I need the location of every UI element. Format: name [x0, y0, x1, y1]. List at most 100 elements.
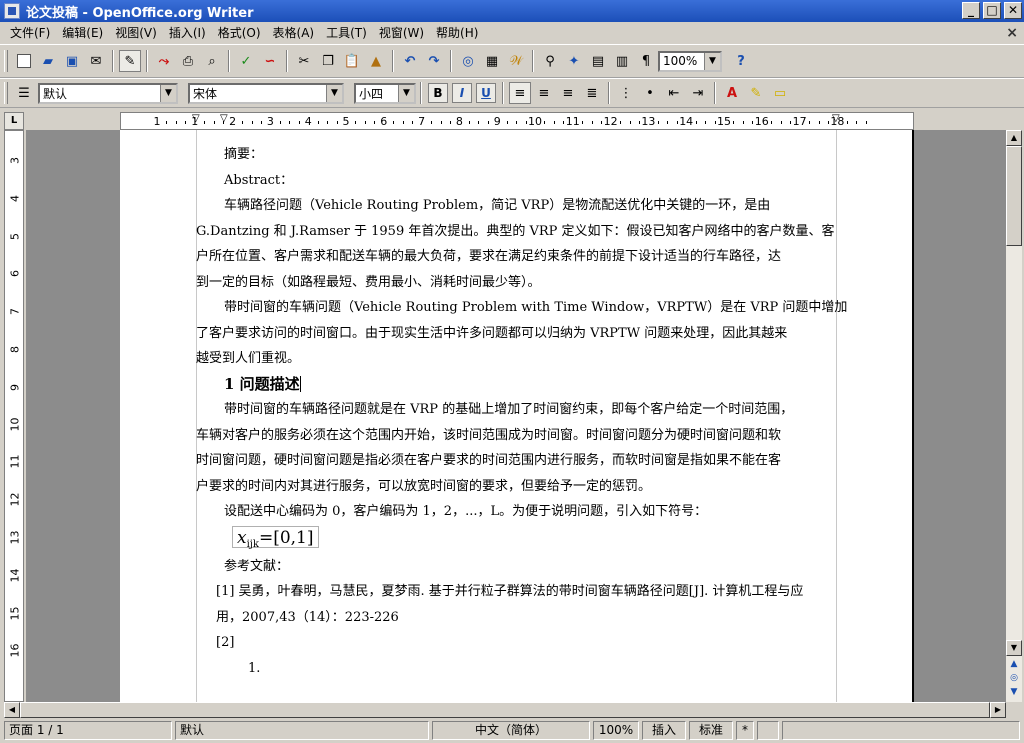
- document-page[interactable]: 摘要： Abstract： 车辆路径问题（Vehicle Routing Pro…: [120, 130, 914, 702]
- paragraph-line[interactable]: 户要求的时间内对其进行服务，可以放宽时间窗的要求，但要给予一定的惩罚。: [196, 474, 838, 500]
- numbering-icon[interactable]: ⋮: [615, 82, 637, 104]
- help-icon[interactable]: ?: [730, 50, 752, 72]
- print-preview-icon[interactable]: ⌕: [201, 50, 223, 72]
- horizontal-ruler[interactable]: 1 1 2 3 4 5 6 7 8 9 10 11 12 13 14 15 16 17 18 ▽ ▽ ▽: [120, 112, 914, 130]
- toolbar-grip[interactable]: [4, 50, 8, 72]
- vertical-ruler[interactable]: 3 4 5 6 7 8 9 10 11 12 13 14 15 16: [4, 130, 24, 702]
- decrease-indent-icon[interactable]: ⇤: [663, 82, 685, 104]
- scroll-up-icon[interactable]: ▲: [1006, 130, 1022, 146]
- redo-icon[interactable]: ↷: [423, 50, 445, 72]
- selection-mode-indicator[interactable]: 标准: [689, 721, 733, 740]
- writer-app-icon[interactable]: [4, 3, 20, 19]
- styles-formatting-icon[interactable]: ☰: [13, 82, 35, 104]
- paragraph-style-combo[interactable]: 默认 ▼: [38, 82, 178, 104]
- minimize-button[interactable]: _: [962, 2, 980, 19]
- previous-page-icon[interactable]: ▲: [1008, 658, 1020, 670]
- font-name-combo[interactable]: 宋体 ▼: [188, 82, 344, 104]
- data-sources-icon[interactable]: ▥: [611, 50, 633, 72]
- cut-icon[interactable]: ✂: [293, 50, 315, 72]
- undo-icon[interactable]: ↶: [399, 50, 421, 72]
- font-color-icon[interactable]: A: [721, 82, 743, 104]
- auto-spellcheck-icon[interactable]: ∽: [259, 50, 281, 72]
- toolbar-grip[interactable]: [4, 82, 8, 104]
- language-indicator[interactable]: 中文（简体）: [432, 721, 590, 740]
- justify-icon[interactable]: ≣: [581, 82, 603, 104]
- formatting-marks-icon[interactable]: ¶: [635, 50, 657, 72]
- vertical-scrollbar[interactable]: ▲ ▼ ▲ ◎ ▼: [1006, 130, 1022, 702]
- paragraph-line[interactable]: 到一定的目标（如路程最短、费用最小、消耗时间最少等）。: [196, 270, 838, 296]
- bold-button[interactable]: B: [428, 83, 448, 103]
- digital-signature-indicator[interactable]: [757, 721, 779, 740]
- paragraph-line[interactable]: 设配送中心编码为 0，客户编码为 1，2，...，L。为便于说明问题，引入如下符…: [196, 499, 838, 525]
- navigator-icon[interactable]: ✦: [563, 50, 585, 72]
- print-icon[interactable]: ⎙: [177, 50, 199, 72]
- horizontal-scrollbar[interactable]: ◀ ▶: [4, 702, 1006, 718]
- menu-file[interactable]: 文件(F): [4, 22, 56, 44]
- align-right-icon[interactable]: ≡: [557, 82, 579, 104]
- zoom-combo[interactable]: 100% ▼: [658, 50, 722, 72]
- horizontal-scroll-thumb[interactable]: [20, 702, 990, 718]
- spellcheck-icon[interactable]: ✓: [235, 50, 257, 72]
- increase-indent-icon[interactable]: ⇥: [687, 82, 709, 104]
- scroll-down-icon[interactable]: ▼: [1006, 640, 1022, 656]
- references-title[interactable]: 参考文献：: [196, 554, 838, 580]
- font-size-combo[interactable]: 小四 ▼: [354, 82, 416, 104]
- hyperlink-icon[interactable]: ◎: [457, 50, 479, 72]
- indent-marker-icon[interactable]: ▽: [832, 113, 840, 124]
- new-document-icon[interactable]: [13, 50, 35, 72]
- edit-file-icon[interactable]: ✎: [119, 50, 141, 72]
- reference-line[interactable]: [1] 吴勇，叶春明，马慧民，夏梦雨. 基于并行粒子群算法的带时间窗车辆路径问题…: [196, 579, 838, 605]
- indent-marker-icon[interactable]: ▽: [220, 113, 228, 124]
- align-left-icon[interactable]: ≡: [509, 82, 531, 104]
- align-center-icon[interactable]: ≡: [533, 82, 555, 104]
- paragraph-line[interactable]: Abstract：: [196, 168, 838, 194]
- background-color-icon[interactable]: ▭: [769, 82, 791, 104]
- menu-help[interactable]: 帮助(H): [430, 22, 484, 44]
- zoom-indicator[interactable]: 100%: [593, 721, 639, 740]
- paragraph-line[interactable]: 带时间窗的车辆问题（Vehicle Routing Problem with T…: [196, 295, 847, 321]
- paragraph-line[interactable]: 越受到人们重视。: [196, 346, 838, 372]
- gallery-icon[interactable]: ▤: [587, 50, 609, 72]
- find-replace-icon[interactable]: ⚲: [539, 50, 561, 72]
- underline-button[interactable]: U: [476, 83, 496, 103]
- reference-line[interactable]: 用，2007,43（14）：223-226: [196, 605, 838, 631]
- paragraph-line[interactable]: 车辆对客户的服务必须在这个范围内开始，该时间范围成为时间窗。时间窗问题分为硬时间…: [196, 423, 838, 449]
- menu-table[interactable]: 表格(A): [267, 22, 321, 44]
- paragraph-line[interactable]: 了客户要求访问的时间窗口。由于现实生活中许多问题都可以归纳为 VRPTW 问题来…: [196, 321, 838, 347]
- open-folder-icon[interactable]: ▰: [37, 50, 59, 72]
- page-indicator[interactable]: 页面 1 / 1: [4, 721, 172, 740]
- export-pdf-icon[interactable]: ⤳: [153, 50, 175, 72]
- show-draw-functions-icon[interactable]: 𝒲: [505, 50, 527, 72]
- paragraph-line[interactable]: 摘要：: [196, 142, 838, 168]
- menu-view[interactable]: 视图(V): [109, 22, 163, 44]
- paragraph-line[interactable]: 户所在位置、客户需求和配送车辆的最大负荷，要求在满足约束条件的前提下设计适当的行…: [196, 244, 838, 270]
- maximize-button[interactable]: □: [983, 2, 1001, 19]
- chevron-down-icon[interactable]: ▼: [160, 84, 176, 102]
- scroll-left-icon[interactable]: ◀: [4, 702, 20, 718]
- chevron-down-icon[interactable]: ▼: [398, 84, 414, 102]
- section-heading[interactable]: 1 问题描述: [196, 372, 838, 398]
- copy-icon[interactable]: ❐: [317, 50, 339, 72]
- next-page-icon[interactable]: ▼: [1008, 686, 1020, 698]
- save-icon[interactable]: ▣: [61, 50, 83, 72]
- menu-format[interactable]: 格式(O): [212, 22, 267, 44]
- highlighting-icon[interactable]: ✎: [745, 82, 767, 104]
- document-text[interactable]: 摘要： Abstract： 车辆路径问题（Vehicle Routing Pro…: [196, 142, 847, 682]
- formula-object[interactable]: xijk=[0,1]: [232, 525, 319, 550]
- table-icon[interactable]: ▦: [481, 50, 503, 72]
- paragraph-line[interactable]: G.Dantzing 和 J.Ramser 于 1959 年首次提出。典型的 V…: [196, 219, 838, 245]
- menu-window[interactable]: 视窗(W): [373, 22, 430, 44]
- menu-insert[interactable]: 插入(I): [163, 22, 212, 44]
- paragraph-line[interactable]: 时间窗问题，硬时间窗问题是指必须在客户要求的时间范围内进行服务，而软时间窗是指如…: [196, 448, 838, 474]
- paragraph-line[interactable]: 带时间窗的车辆路径问题就是在 VRP 的基础上增加了时间窗约束，即每个客户给定一…: [196, 397, 838, 423]
- page-style-indicator[interactable]: 默认: [175, 721, 429, 740]
- paragraph-line[interactable]: 车辆路径问题（Vehicle Routing Problem，简记 VRP）是物…: [196, 193, 838, 219]
- chevron-down-icon[interactable]: ▼: [326, 84, 342, 102]
- indent-marker-icon[interactable]: ▽: [192, 113, 200, 124]
- scroll-right-icon[interactable]: ▶: [990, 702, 1006, 718]
- close-document-icon[interactable]: ×: [1006, 25, 1018, 41]
- chevron-down-icon[interactable]: ▼: [704, 52, 720, 70]
- list-item[interactable]: 1.: [196, 656, 838, 682]
- navigation-icon[interactable]: ◎: [1008, 672, 1020, 684]
- reference-line[interactable]: [2]: [196, 630, 838, 656]
